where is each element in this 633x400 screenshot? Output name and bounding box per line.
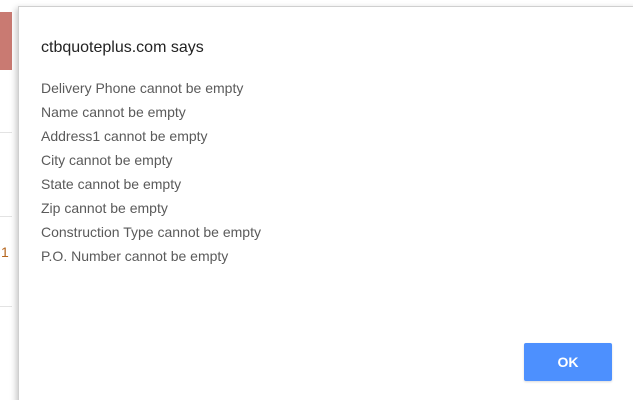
message-po-number: P.O. Number cannot be empty	[41, 248, 229, 264]
background-divider	[0, 216, 12, 217]
background-divider	[0, 132, 12, 133]
message-zip: Zip cannot be empty	[41, 200, 168, 216]
background-divider	[0, 306, 12, 307]
message-construction-type: Construction Type cannot be empty	[41, 224, 261, 240]
ok-button[interactable]: OK	[524, 343, 612, 381]
message-address1: Address1 cannot be empty	[41, 128, 208, 144]
message-city: City cannot be empty	[41, 152, 173, 168]
message-state: State cannot be empty	[41, 176, 182, 192]
background-header-band	[0, 12, 12, 70]
alert-dialog: ctbquoteplus.com says Delivery Phone can…	[18, 6, 633, 400]
dialog-title: ctbquoteplus.com says	[41, 39, 204, 56]
background-partial-text: 1	[1, 244, 9, 260]
message-name: Name cannot be empty	[41, 104, 186, 120]
page: 1 ctbquoteplus.com says Delivery Phone c…	[0, 0, 633, 400]
message-delivery-phone: Delivery Phone cannot be empty	[41, 80, 244, 96]
message-list: Delivery Phone cannot be empty Name cann…	[41, 76, 261, 268]
